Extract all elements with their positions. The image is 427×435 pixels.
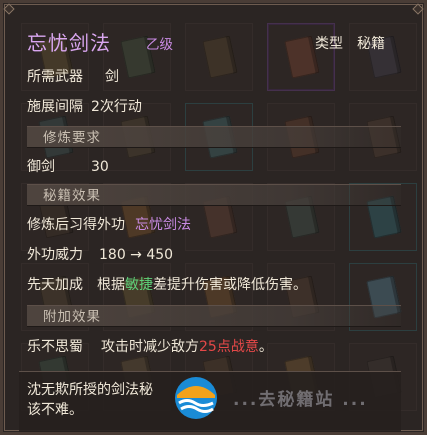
corner-ornament [3, 3, 15, 15]
bonus-suffix: 差提升伤害或降低伤害。 [153, 277, 307, 293]
site-watermark: ...去秘籍站 ... [173, 375, 423, 425]
extra-effect-label: 乐不思蜀 [27, 339, 83, 355]
watermark-text: ...去秘籍站 ... [233, 390, 368, 410]
weapon-row: 所需武器 剑 [27, 65, 119, 89]
power-value: 180 → 450 [99, 247, 174, 263]
power-row: 外功威力 180 → 450 [27, 243, 173, 267]
watermark-logo-icon [175, 377, 217, 419]
requirement-row: 御剑 30 [27, 155, 109, 179]
learn-value: 忘忧剑法 [135, 217, 191, 233]
extra-effects-header: 附加效果 [27, 305, 401, 327]
requirements-header: 修炼要求 [27, 126, 401, 148]
skill-tooltip: 忘忧剑法 乙级 类型 秘籍 所需武器 剑 施展间隔 2次行动 修炼要求 御剑 30 秘… [19, 25, 401, 432]
skill-grade: 乙级 [146, 37, 173, 53]
learn-label: 修炼后习得外功 [27, 217, 125, 233]
interval-label: 施展间隔 [27, 99, 83, 115]
power-label: 外功威力 [27, 247, 83, 263]
weapon-value: 剑 [105, 69, 119, 85]
extra-effect-prefix: 攻击时减少敌方 [101, 339, 199, 355]
bonus-stat: 敏捷 [125, 277, 153, 293]
interval-row: 施展间隔 2次行动 [27, 95, 142, 119]
weapon-label: 所需武器 [27, 69, 83, 85]
skill-book-panel: 忘忧剑法 乙级 类型 秘籍 所需武器 剑 施展间隔 2次行动 修炼要求 御剑 30 秘… [0, 0, 427, 435]
bonus-label: 先天加成 [27, 277, 83, 293]
bonus-prefix: 根据 [97, 277, 125, 293]
skill-name: 忘忧剑法 [27, 31, 111, 55]
extra-effect-row: 乐不思蜀 攻击时减少敌方25点战意。 [27, 335, 273, 359]
interval-value: 2次行动 [91, 99, 142, 115]
extra-effect-suffix: 。 [258, 339, 273, 355]
extra-effect-highlight: 25点战意 [199, 339, 259, 355]
learn-row: 修炼后习得外功 忘忧剑法 [27, 213, 191, 237]
effects-header: 秘籍效果 [27, 184, 401, 206]
requirement-label: 御剑 [27, 159, 55, 175]
type-label: 类型 [315, 36, 343, 52]
bonus-row: 先天加成 根据敏捷差提升伤害或降低伤害。 [27, 273, 307, 297]
requirement-value: 30 [91, 159, 109, 175]
corner-ornament [412, 3, 424, 15]
type-value: 秘籍 [357, 36, 385, 52]
